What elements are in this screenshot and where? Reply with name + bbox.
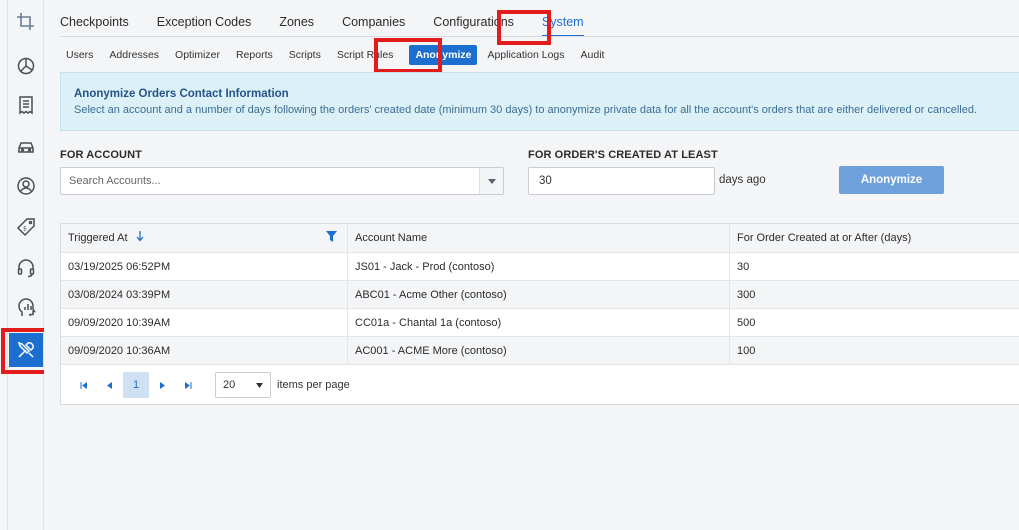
table-row[interactable]: 09/09/2020 10:36AM AC001 - ACME More (co… [61,337,1019,365]
info-banner: Anonymize Orders Contact Information Sel… [60,72,1019,131]
items-per-page-label: items per page [277,379,350,391]
cell-days: 100 [737,344,756,357]
column-header-days[interactable]: For Order Created at or After (days) [730,224,1019,252]
tab-checkpoints[interactable]: Checkpoints [60,12,129,32]
chevron-down-icon[interactable] [479,168,503,194]
filter-icon[interactable] [326,231,337,245]
grid-header-row: Triggered At Account Name For Order Crea… [61,224,1019,253]
account-combobox[interactable] [60,167,504,195]
tab-zones[interactable]: Zones [279,12,314,32]
subtab-audit[interactable]: Audit [581,45,605,65]
column-header-label: Triggered At [68,232,128,244]
days-input[interactable]: 30 [528,167,715,195]
price-tag-icon[interactable]: $ [9,210,43,244]
cell-account-name: AC001 - ACME More (contoso) [348,337,730,364]
cell-days: 500 [737,316,756,329]
days-label: FOR ORDER'S CREATED AT LEAST [528,149,718,161]
subtab-users[interactable]: Users [66,45,93,65]
page-number-button[interactable]: 1 [123,372,149,398]
cell-days: 30 [737,260,750,273]
subtab-optimizer[interactable]: Optimizer [175,45,220,65]
grid-pager: 1 20 items per page [61,366,1019,404]
anonymize-tab-highlight-box [374,38,442,73]
tab-companies[interactable]: Companies [342,12,405,32]
cell-triggered-at: 03/08/2024 03:39PM [61,281,348,308]
tab-exception-codes[interactable]: Exception Codes [157,12,252,32]
table-row[interactable]: 09/09/2020 10:39AM CC01a - Chantal 1a (c… [61,309,1019,337]
subtab-application-logs[interactable]: Application Logs [487,45,564,65]
headset-icon[interactable] [9,251,43,285]
cell-days: 300 [737,288,756,301]
table-row[interactable]: 03/08/2024 03:39PM ABC01 - Acme Other (c… [61,281,1019,309]
cell-triggered-at: 09/09/2020 10:39AM [61,309,348,336]
page-size-select[interactable]: 20 [215,372,271,398]
system-tab-highlight-box [497,10,551,45]
sub-tabs: Users Addresses Optimizer Reports Script… [66,45,620,65]
cell-account-name: CC01a - Chantal 1a (contoso) [348,309,730,336]
sort-arrow-down-icon[interactable] [136,231,144,245]
user-icon[interactable] [9,169,43,203]
days-suffix: days ago [719,174,766,186]
subtab-addresses[interactable]: Addresses [109,45,159,65]
last-page-icon[interactable] [175,372,201,398]
sidebar-edge [7,0,8,530]
column-header-account-name[interactable]: Account Name [348,224,730,252]
crop-icon[interactable] [9,5,43,39]
cell-account-name: ABC01 - Acme Other (contoso) [348,281,730,308]
info-text: Select an account and a number of days f… [74,104,978,116]
search-accounts-input[interactable] [61,168,479,194]
info-title: Anonymize Orders Contact Information [74,88,289,100]
analytics-head-icon[interactable] [9,291,43,325]
receipt-icon[interactable] [9,88,43,122]
column-header-triggered-at[interactable]: Triggered At [61,224,348,252]
next-page-icon[interactable] [149,372,175,398]
table-row[interactable]: 03/19/2025 06:52PM JS01 - Jack - Prod (c… [61,253,1019,281]
main-content: Checkpoints Exception Codes Zones Compan… [44,0,1019,530]
cell-account-name: JS01 - Jack - Prod (contoso) [348,253,730,280]
account-label: FOR ACCOUNT [60,149,142,161]
chevron-down-icon [256,382,263,388]
subtab-scripts[interactable]: Scripts [289,45,321,65]
cell-triggered-at: 03/19/2025 06:52PM [61,253,348,280]
cell-triggered-at: 09/09/2020 10:36AM [61,337,348,364]
first-page-icon[interactable] [71,372,97,398]
car-icon[interactable] [9,129,43,163]
left-sidebar: $ [0,0,52,530]
previous-page-icon[interactable] [97,372,123,398]
anonymize-button[interactable]: Anonymize [839,166,944,194]
subtab-reports[interactable]: Reports [236,45,273,65]
svg-text:$: $ [23,226,27,233]
page-size-value: 20 [223,379,236,391]
anonymize-history-grid: Triggered At Account Name For Order Crea… [60,223,1019,405]
pie-chart-icon[interactable] [9,48,43,82]
